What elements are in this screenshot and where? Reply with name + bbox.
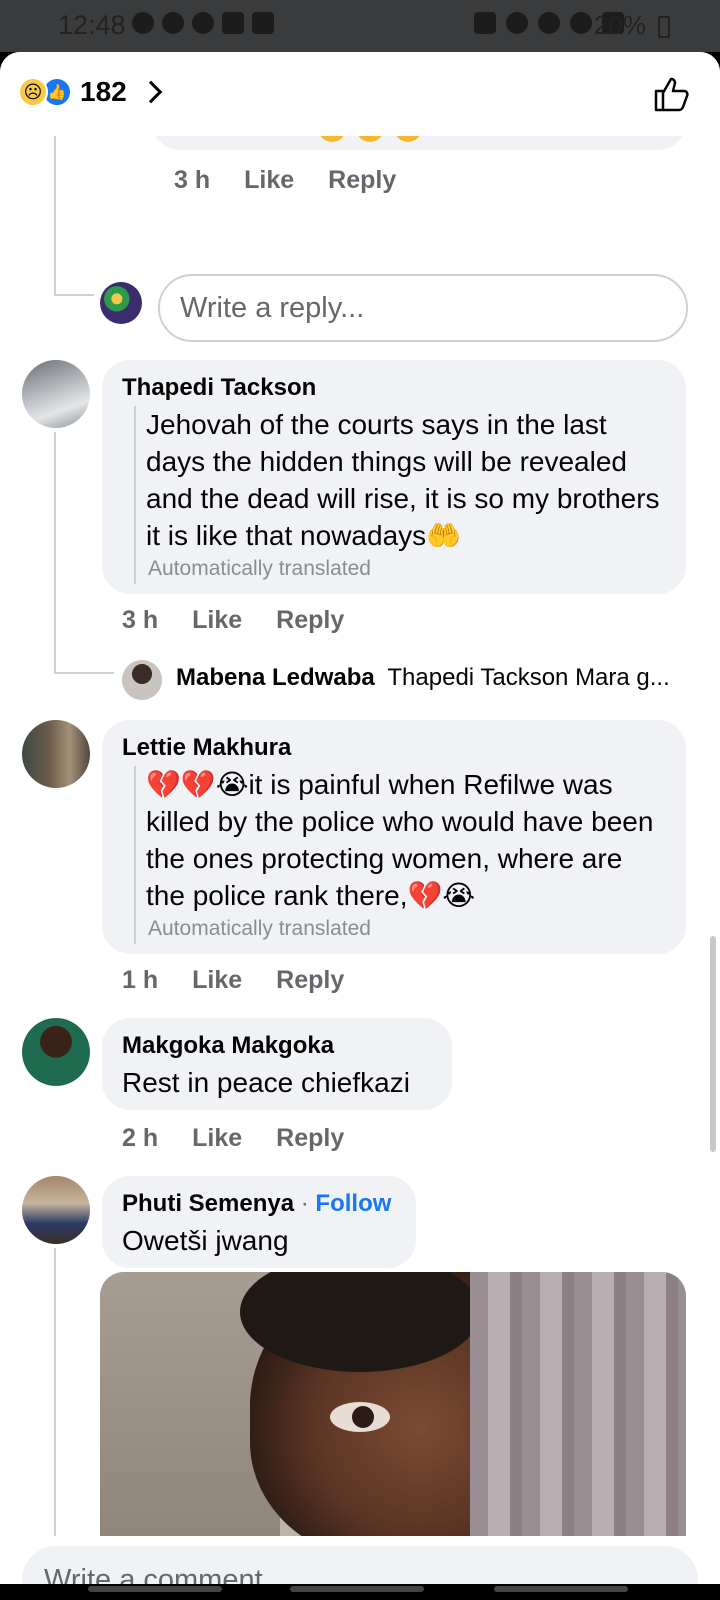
facebook-icon <box>132 12 154 34</box>
mute-icon <box>538 12 560 34</box>
comment-text: 💔💔😭it is painful when Refilwe was killed… <box>134 766 666 914</box>
comment-bubble: Makgoka Makgoka Rest in peace chiefkazi <box>102 1018 452 1110</box>
like-button[interactable]: Like <box>192 1124 242 1153</box>
reply-button[interactable]: Reply <box>276 1124 344 1153</box>
translated-label[interactable]: Automatically translated <box>134 914 666 944</box>
message-icon <box>222 12 244 34</box>
scrollbar[interactable] <box>710 936 716 1152</box>
comment-bubble: Phuti Semenya · Follow Owetši jwang <box>102 1176 416 1268</box>
status-bar: 12:48 20% <box>0 0 720 52</box>
comments-sheet: ☹ 👍 182 3 h Like Reply Write a reply... <box>0 52 720 1584</box>
notification-icons <box>132 12 274 34</box>
comment-meta: 2 h Like Reply <box>122 1124 344 1153</box>
reply-button[interactable]: Reply <box>276 606 344 635</box>
reactions-header: ☹ 👍 182 <box>0 52 720 136</box>
status-time: 12:48 <box>58 10 126 40</box>
gmail-icon <box>252 12 274 34</box>
comment-author[interactable]: Thapedi Tackson <box>122 374 666 402</box>
app-icon <box>192 12 214 34</box>
alarm-icon <box>506 12 528 34</box>
comment-text: Jehovah of the courts says in the last d… <box>134 406 666 554</box>
comment-author[interactable]: Makgoka Makgoka <box>122 1032 432 1060</box>
partial-emoji-row <box>318 136 422 142</box>
avatar[interactable] <box>22 1018 90 1086</box>
thread-line <box>54 432 56 672</box>
twitter-icon <box>162 12 184 34</box>
like-button[interactable]: Like <box>192 606 242 635</box>
avatar[interactable] <box>122 660 162 700</box>
comment-time: 3 h <box>122 606 159 634</box>
comment-meta: 3 h Like Reply <box>122 606 344 635</box>
reply-input[interactable]: Write a reply... <box>158 274 688 342</box>
reply-button[interactable]: Reply <box>276 966 344 995</box>
comment-attachment-image[interactable] <box>100 1272 686 1536</box>
comment-header: Phuti Semenya · Follow <box>122 1190 396 1218</box>
reply-author: Mabena Ledwaba <box>176 664 375 691</box>
like-button[interactable]: Like <box>192 966 242 995</box>
follow-button[interactable]: Follow <box>315 1190 391 1217</box>
comment-text: Rest in peace chiefkazi <box>122 1067 410 1098</box>
separator-dot: · <box>300 1190 309 1217</box>
nav-recents[interactable] <box>88 1586 222 1592</box>
avatar[interactable] <box>22 720 90 788</box>
chevron-right-icon <box>139 80 163 104</box>
translated-label[interactable]: Automatically translated <box>134 554 666 584</box>
comment-time: 2 h <box>122 1124 159 1152</box>
sad-reaction-icon: ☹ <box>18 77 48 107</box>
battery-icon <box>658 16 670 38</box>
user-avatar <box>100 282 142 324</box>
comment-author[interactable]: Lettie Makhura <box>122 734 666 762</box>
like-outline-icon[interactable] <box>652 74 692 114</box>
image-eye <box>330 1402 390 1432</box>
like-button[interactable]: Like <box>244 166 294 195</box>
reply-preview-text: Thapedi Tackson Mara g... <box>387 664 670 691</box>
reply-button[interactable]: Reply <box>328 166 396 195</box>
nav-home[interactable] <box>290 1586 424 1592</box>
nested-reply-preview[interactable]: Mabena Ledwaba Thapedi Tackson Mara g... <box>176 664 670 692</box>
comment-input[interactable]: Write a comment... <box>22 1546 698 1584</box>
nav-back[interactable] <box>494 1586 628 1592</box>
image-curtain <box>470 1272 686 1536</box>
thread-line-elbow <box>54 294 94 296</box>
comments-list: 3 h Like Reply Write a reply... Thapedi … <box>0 136 720 1536</box>
partial-comment-meta: 3 h Like Reply <box>174 166 396 195</box>
comment-author[interactable]: Phuti Semenya <box>122 1190 294 1217</box>
comment-bubble: Lettie Makhura 💔💔😭it is painful when Ref… <box>102 720 686 954</box>
thread-line <box>54 1248 56 1536</box>
comment-time: 1 h <box>122 966 159 994</box>
reactions-summary[interactable]: ☹ 👍 182 <box>18 76 163 108</box>
avatar[interactable] <box>22 1176 90 1244</box>
comment-time: 3 h <box>174 166 211 194</box>
thread-line <box>54 136 56 296</box>
reaction-count: 182 <box>80 76 127 107</box>
thread-line-elbow <box>54 672 114 674</box>
partial-comment-bubble <box>152 136 686 150</box>
avatar[interactable] <box>22 360 90 428</box>
battery-level: 20% <box>593 10 646 40</box>
wifi-icon <box>570 12 592 34</box>
lock-icon <box>474 12 496 34</box>
comment-bubble: Thapedi Tackson Jehovah of the courts sa… <box>102 360 686 594</box>
comment-meta: 1 h Like Reply <box>122 966 344 995</box>
comment-text: Owetši jwang <box>122 1225 289 1256</box>
